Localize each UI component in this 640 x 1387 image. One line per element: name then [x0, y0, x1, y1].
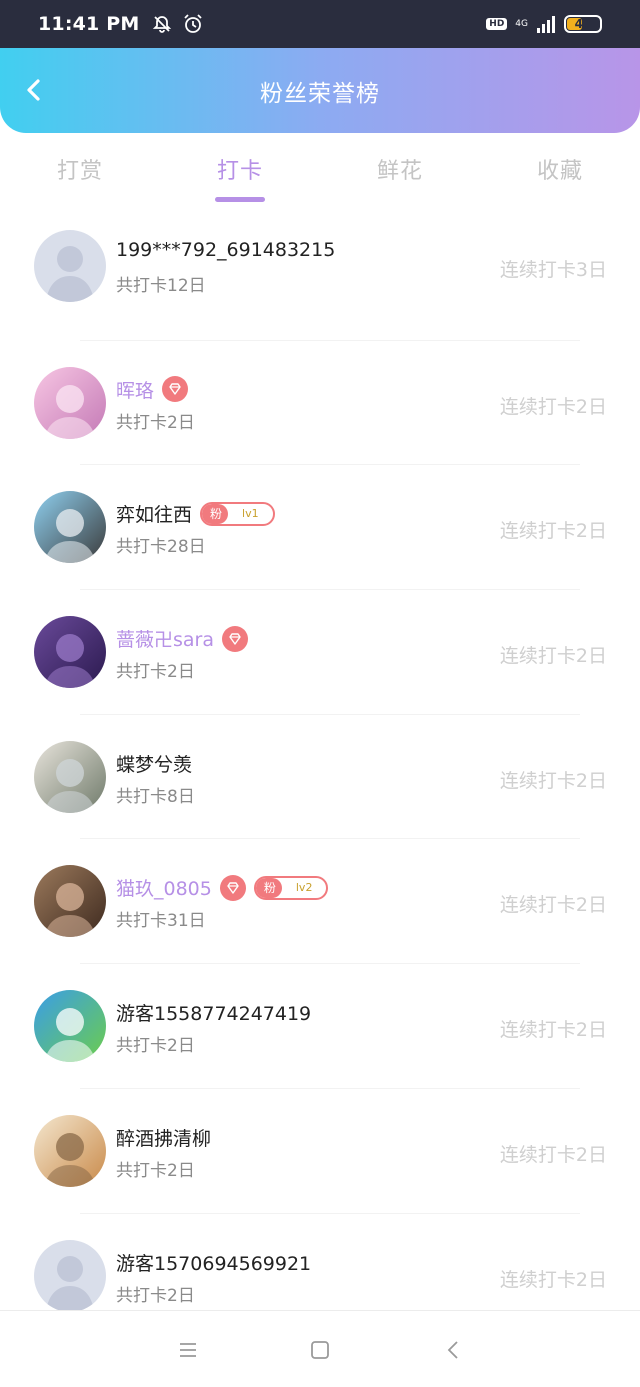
tab-underline [55, 197, 105, 202]
avatar[interactable] [34, 366, 106, 439]
total-checkin-days: 共打卡2日 [116, 662, 195, 683]
name-row: 游客1558774247419 [116, 999, 311, 1026]
total-checkin-days: 共打卡8日 [116, 786, 195, 807]
diamond-icon [219, 874, 246, 901]
user-name: 蝶梦兮羡 [116, 753, 193, 776]
list-item[interactable]: 猫玖_0805 粉 lv2 共打卡31日 连续打卡2日 [0, 839, 640, 965]
fan-badge-level: lv2 [295, 881, 313, 895]
tab-underline [375, 197, 425, 202]
streak-days: 连续打卡2日 [499, 520, 607, 543]
total-checkin-days: 共打卡2日 [116, 1160, 195, 1181]
streak-days: 连续打卡2日 [499, 1268, 607, 1291]
name-row: 199***792_691483215 [116, 239, 335, 261]
tab-reward[interactable]: 打赏 [0, 133, 160, 211]
avatar[interactable] [34, 990, 106, 1063]
network-type: 4G [515, 18, 528, 29]
name-row: 晖珞 [116, 376, 189, 403]
name-row: 醉酒拂清柳 [116, 1124, 211, 1151]
diamond-icon [222, 625, 248, 652]
user-name: 弈如往西 [116, 504, 193, 527]
user-name: 199***792_691483215 [116, 239, 336, 261]
streak-days: 连续打卡2日 [499, 395, 607, 418]
tab-label: 鲜花 [376, 159, 423, 184]
total-checkin-days: 共打卡2日 [116, 1036, 195, 1057]
chevron-left-icon[interactable] [20, 76, 48, 104]
user-name: 游客1558774247419 [116, 1003, 312, 1026]
streak-days: 连续打卡2日 [499, 894, 607, 917]
checkin-user-list: 199***792_691483215 共打卡12日 连续打卡3日 晖珞 共打卡2日 连续… [0, 216, 640, 1338]
tab-label: 打赏 [56, 159, 103, 184]
avatar[interactable] [34, 740, 106, 813]
tab-label: 打卡 [216, 159, 263, 184]
tab-underline [535, 197, 585, 202]
list-item[interactable]: 游客1558774247419 共打卡2日 连续打卡2日 [0, 964, 640, 1089]
battery-text: 47 [574, 17, 592, 31]
streak-days: 连续打卡3日 [499, 259, 607, 281]
list-item[interactable]: 蝶梦兮羡共打卡8日 连续打卡2日 [0, 715, 640, 840]
name-row: 猫玖_0805 粉 lv2 [116, 874, 329, 901]
avatar[interactable] [34, 616, 106, 689]
name-row: 游客1570694569921 [116, 1249, 311, 1276]
bell-off-icon [152, 16, 171, 33]
status-left-icons [152, 13, 204, 35]
name-row: 蔷薇卍sara [116, 625, 248, 652]
avatar[interactable] [34, 1114, 106, 1187]
status-bar: 11:41 PM HD 4G 47 [0, 0, 640, 48]
tab-label: 收藏 [536, 159, 583, 184]
fan-badge-char: 粉 [202, 503, 229, 524]
streak-days: 连续打卡2日 [499, 1019, 607, 1042]
status-right-icons: HD 4G 47 [486, 15, 602, 33]
total-checkin-days: 共打卡2日 [116, 412, 195, 433]
name-row: 蝶梦兮羡 [116, 750, 192, 777]
tab-flowers[interactable]: 鲜花 [320, 133, 480, 211]
tab-checkin[interactable]: 打卡 [160, 133, 320, 211]
signal-icon [537, 16, 555, 33]
streak-days: 连续打卡2日 [499, 769, 607, 792]
header: 粉丝荣誉榜 [0, 48, 640, 133]
back-triangle-icon[interactable] [442, 1338, 466, 1362]
menu-icon[interactable] [176, 1338, 200, 1362]
fan-badge-char: 粉 [255, 877, 282, 898]
user-name: 醉酒拂清柳 [116, 1127, 212, 1150]
name-row: 弈如往西粉 lv1 [116, 500, 275, 527]
user-name: 游客1570694569921 [116, 1252, 312, 1275]
avatar[interactable] [34, 491, 106, 564]
battery-indicator: 47 [564, 15, 602, 33]
total-checkin-days: 共打卡31日 [116, 911, 206, 932]
avatar[interactable] [34, 865, 106, 938]
home-square-icon[interactable] [308, 1338, 332, 1362]
tab-favorites[interactable]: 收藏 [480, 133, 640, 211]
page-title: 粉丝荣誉榜 [260, 80, 380, 107]
list-item[interactable]: 弈如往西粉 lv1 共打卡28日 连续打卡2日 [0, 465, 640, 591]
tab-bar: 打赏 打卡 鲜花 收藏 [0, 133, 640, 211]
tab-underline [215, 197, 265, 202]
streak-days: 连续打卡2日 [499, 1143, 607, 1166]
user-name: 蔷薇卍sara [116, 629, 214, 652]
alarm-icon [183, 14, 202, 33]
fan-level-badge: 粉 lv2 [253, 875, 329, 900]
user-name: 晖珞 [116, 379, 155, 402]
list-item[interactable]: 晖珞共打卡2日 连续打卡2日 [0, 341, 640, 466]
streak-days: 连续打卡2日 [499, 645, 607, 668]
avatar[interactable] [34, 1239, 106, 1312]
system-nav-bar [0, 1310, 640, 1387]
diamond-icon [162, 376, 189, 403]
status-time: 11:41 PM [38, 13, 140, 35]
network-label: 4G [515, 18, 528, 29]
total-checkin-days: 共打卡2日 [116, 1285, 195, 1306]
hd-badge: HD [486, 18, 508, 30]
total-checkin-days: 共打卡12日 [116, 276, 206, 296]
fan-badge-level: lv1 [242, 507, 259, 521]
total-checkin-days: 共打卡28日 [116, 537, 206, 558]
list-item[interactable]: 醉酒拂清柳共打卡2日 连续打卡2日 [0, 1089, 640, 1214]
list-item[interactable]: 蔷薇卍sara 共打卡2日 连续打卡2日 [0, 590, 640, 715]
fan-level-badge: 粉 lv1 [200, 501, 275, 526]
user-name: 猫玖_0805 [116, 878, 212, 901]
avatar[interactable] [34, 230, 106, 302]
list-item[interactable]: 199***792_691483215 共打卡12日 连续打卡3日 [0, 216, 640, 341]
